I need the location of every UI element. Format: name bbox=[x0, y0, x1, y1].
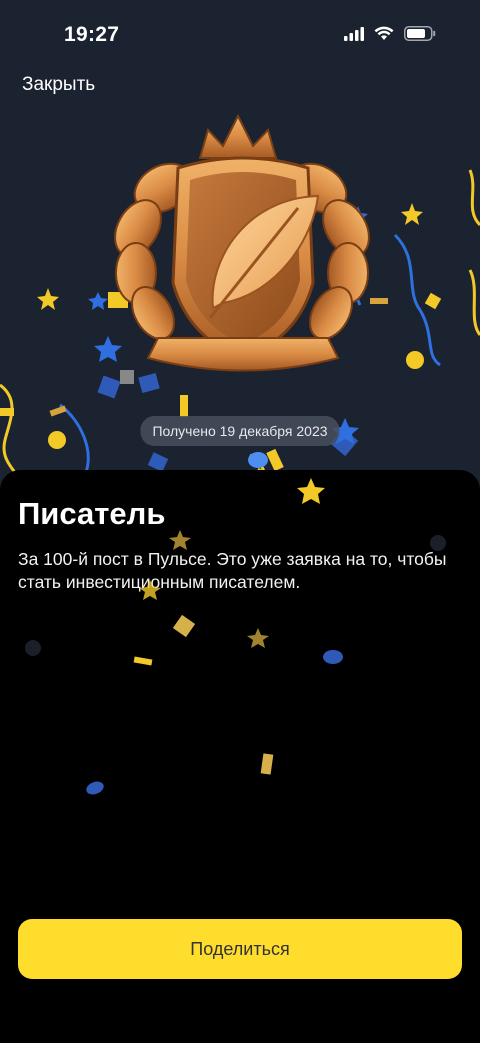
close-button[interactable]: Закрыть bbox=[22, 74, 95, 96]
achievement-title: Писатель bbox=[18, 496, 166, 531]
received-date-badge: Получено 19 декабря 2023 bbox=[140, 416, 340, 446]
wifi-icon bbox=[374, 26, 394, 40]
signal-icon bbox=[344, 26, 364, 41]
status-bar: 19:27 bbox=[0, 0, 480, 70]
share-button[interactable]: Поделиться bbox=[18, 919, 462, 979]
battery-icon bbox=[404, 26, 436, 41]
writer-badge-icon bbox=[114, 113, 370, 372]
status-time: 19:27 bbox=[64, 23, 120, 46]
achievement-description: За 100-й пост в Пульсе. Это уже заявка н… bbox=[18, 549, 447, 592]
